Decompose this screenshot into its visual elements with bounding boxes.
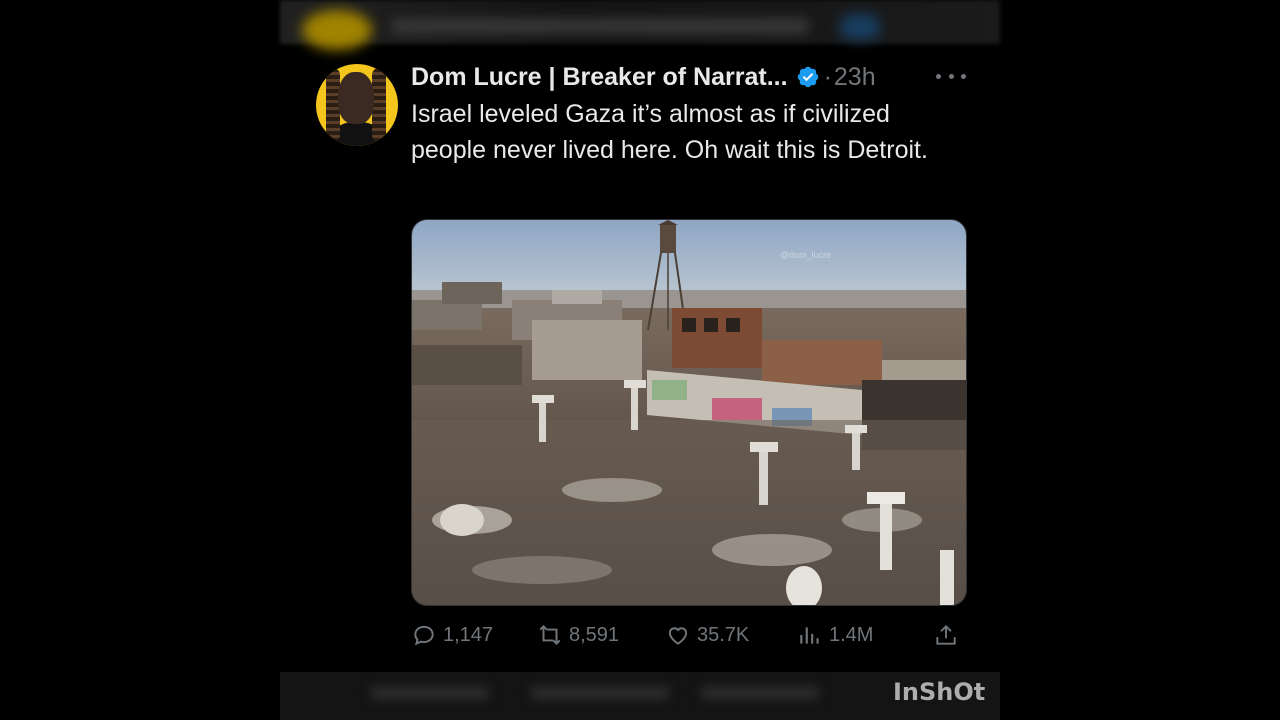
- more-icon[interactable]: [936, 66, 966, 86]
- reply-icon: [414, 625, 434, 646]
- action-bar: 1,147 8,591 35.7K 1.4M: [411, 617, 971, 653]
- phone-screen: Dom Lucre | Breaker of Narrat... · 23h I…: [280, 0, 1000, 720]
- retweet-count: 8,591: [569, 623, 620, 646]
- retweet-icon: [539, 624, 561, 646]
- reply-button[interactable]: 1,147: [411, 617, 493, 653]
- tweet-text: Israel leveled Gaza it’s almost as if ci…: [411, 100, 928, 164]
- verified-badge-icon: [797, 66, 818, 88]
- like-button[interactable]: 35.7K: [665, 617, 749, 653]
- reply-count: 1,147: [443, 623, 494, 646]
- views-icon: [800, 627, 819, 644]
- tweet-header: Dom Lucre | Breaker of Narrat... · 23h: [411, 60, 971, 94]
- views-count: 1.4M: [829, 623, 874, 646]
- separator-dot: ·: [823, 62, 832, 91]
- display-name[interactable]: Dom Lucre | Breaker of Narrat...: [411, 63, 788, 92]
- views-button[interactable]: 1.4M: [797, 617, 873, 653]
- like-count: 35.7K: [697, 623, 750, 646]
- avatar[interactable]: [316, 64, 398, 146]
- retweet-button[interactable]: 8,591: [537, 617, 619, 653]
- photo-watermark: @dom_lucre: [780, 250, 832, 260]
- tweet[interactable]: Dom Lucre | Breaker of Narrat... · 23h I…: [280, 44, 1000, 672]
- tweet-photo[interactable]: @dom_lucre: [411, 219, 967, 606]
- share-button[interactable]: [933, 617, 965, 653]
- share-icon: [936, 624, 956, 645]
- video-frame: Dom Lucre | Breaker of Narrat... · 23h I…: [0, 0, 1280, 720]
- timestamp[interactable]: 23h: [834, 63, 876, 92]
- like-icon: [668, 627, 688, 645]
- blurred-next-tweet: [280, 672, 1000, 720]
- blurred-previous-tweet: [280, 0, 1000, 50]
- inshot-watermark: InShOt: [893, 678, 986, 706]
